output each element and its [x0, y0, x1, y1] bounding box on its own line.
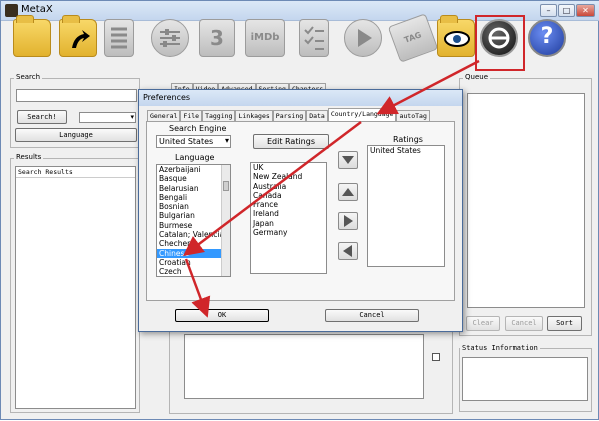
app-window: MetaX – □ ✕ 3 iMDb TAG ? Search Search! …	[0, 0, 599, 420]
annotation-arrows	[183, 59, 480, 318]
